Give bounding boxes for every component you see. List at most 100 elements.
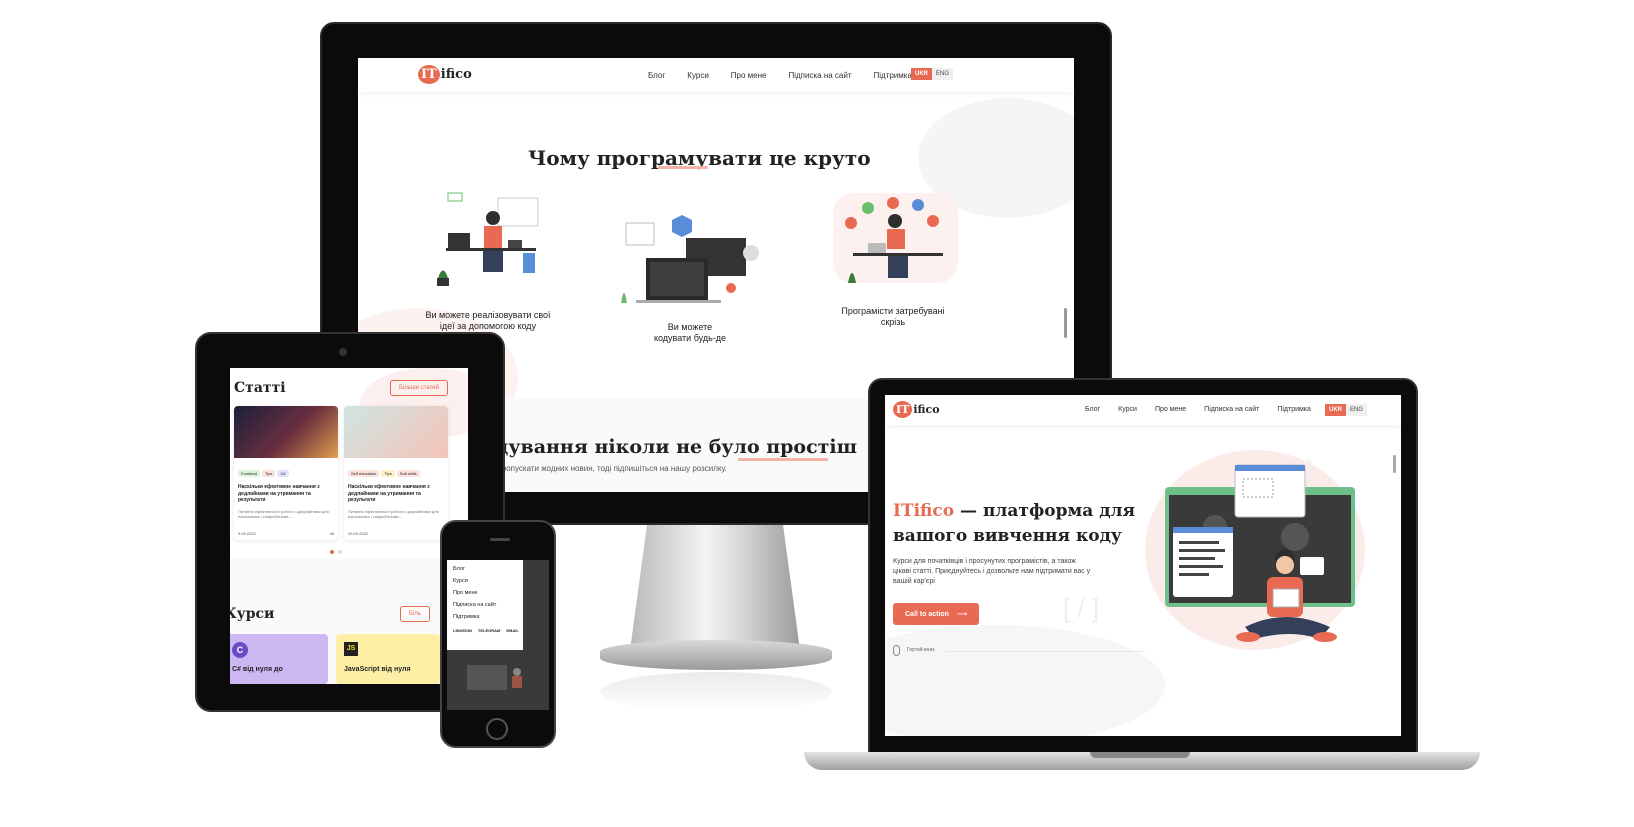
monitor-stand-neck [630,525,800,650]
nav-support[interactable]: Підтримка [1277,406,1311,413]
stand-reflection [600,672,832,712]
hero-title: ITifico — платформа для вашого вивчення … [893,499,1135,548]
logo-mark: IT [418,65,440,84]
linkedin-link[interactable]: LINKEDIN [453,627,472,636]
tag[interactable]: Tips [262,470,276,477]
course-card[interactable]: JS JavaScript від нуля [336,634,440,684]
nav-courses[interactable]: Курси [687,71,709,80]
code-anywhere-illustration [621,215,759,303]
nav-support[interactable]: Підтримка [874,71,912,80]
call-to-action-button[interactable]: Call to action ⟶ [893,603,979,625]
phone-hero-illustration [467,665,522,690]
javascript-icon: JS [344,642,358,656]
desktop-header: IT ifico Блог Курси Про мене Підписка на … [358,58,1074,92]
lang-ukr-button[interactable]: UKR [1325,404,1346,416]
tag[interactable]: Soft skills [396,470,420,477]
monitor-stand-base [600,640,832,670]
nav-blog[interactable]: Блог [648,71,665,80]
logo-text: ifico [913,403,940,416]
more-articles-button[interactable]: Більше статей [390,380,448,396]
more-courses-button[interactable]: Біль [400,606,430,622]
hero-title-brand: ITifico [893,501,955,521]
social-links: LINKEDIN TELEGRAM EMAIL [453,627,519,636]
title-underline [658,166,708,169]
banner-underline [738,458,828,461]
phone-speaker [490,538,510,541]
feature-3-line-1: Програмісти затребувані [841,306,945,316]
subscribe-banner-title: одування ніколи не було простіш [483,436,858,458]
tag[interactable]: C# [277,470,289,477]
phone-home-button[interactable] [486,718,508,740]
laptop-notch [1090,752,1190,758]
menu-item-subscribe[interactable]: Підписка на сайт [453,599,517,611]
article-title: Наскільки ефективне навчання з дедлайнам… [348,484,430,503]
scrollbar-thumb[interactable] [1393,455,1396,473]
lang-ukr-button[interactable]: UKR [911,68,932,80]
brand-logo[interactable]: IT ifico [418,65,472,84]
tablet-camera [339,348,347,356]
lang-eng-button[interactable]: ENG [1346,404,1368,416]
feature-caption-2: Ви можете кодувати будь-де [630,322,750,345]
arrow-right-icon: ⟶ [956,611,967,618]
carousel-dot-active[interactable] [330,550,334,554]
course-card[interactable]: C C# від нуля до [230,634,328,684]
phone-menu: Блог Курси Про мене Підписка на сайт Під… [447,560,523,650]
logo-mark: IT [893,401,913,418]
laptop-screen: IT ifico Блог Курси Про мене Підписка на … [885,395,1401,736]
nav-subscribe[interactable]: Підписка на сайт [788,71,851,80]
article-title: Наскільки ефективне навчання з дедлайнам… [238,484,320,503]
laptop-nav: Блог Курси Про мене Підписка на сайт Під… [1085,406,1311,413]
course-title: C# від нуля до [232,666,283,673]
nav-about[interactable]: Про мене [1155,406,1186,413]
code-bracket-decor: [ / ] [1063,593,1100,623]
logo-text: ifico [440,67,472,82]
article-card[interactable]: Frontend Tips C# Наскільки ефективне навча… [234,406,338,540]
nav-about[interactable]: Про мене [731,71,767,80]
telegram-link[interactable]: TELEGRAM [478,627,500,636]
menu-item-blog[interactable]: Блог [453,563,517,575]
article-image [344,406,448,458]
feature-2-line-1: Ви можете [667,322,713,332]
hero-title-line-1: — платформа для [954,501,1136,521]
subscribe-banner-subtitle: ете пропускати жодних новин, тоді підпиш… [483,464,727,473]
tag[interactable]: Self education [348,470,380,477]
feature-1-line-1: Ви можете реалізовувати свої [425,310,551,320]
menu-item-support[interactable]: Підтримка [453,611,517,623]
carousel-dot[interactable] [338,550,342,554]
hero-title-line-2: вашого вивчення коду [893,525,1122,546]
decor-blob [885,625,1165,736]
nav-subscribe[interactable]: Підписка на сайт [1204,406,1259,413]
coder-at-desk-illustration [437,192,539,286]
article-excerpt: Питання ефективності роботи з дедлайнами… [238,508,329,519]
articles-title: Статті [234,380,286,396]
csharp-icon: C [232,642,248,658]
menu-item-about[interactable]: Про мене [453,587,517,599]
email-link[interactable]: EMAIL [506,627,518,636]
feature-3-line-2: скрізь [880,317,906,328]
lang-eng-button[interactable]: ENG [932,68,954,80]
article-card[interactable]: Self education Tips Soft skills Наскільки … [344,406,448,540]
feature-caption-1: Ви можете реалізовувати свої ідеї за доп… [413,310,563,333]
tag[interactable]: Frontend [238,470,261,477]
brand-logo[interactable]: IT ifico [893,401,940,418]
tag[interactable]: Tips [381,470,395,477]
developer-with-laptop-illustration: { } [1165,457,1355,642]
mouse-scroll-icon [893,645,900,656]
feature-2-line-2: кодувати будь-де [653,333,727,344]
desktop-nav: Блог Курси Про мене Підписка на сайт Під… [648,71,912,80]
language-switch: UKR ENG [911,68,954,80]
hero-description: Курси для початківців і просунутих прогр… [893,558,1091,586]
scroll-hint: Гортай вниз [907,647,935,653]
feature-caption-3: Програмісти затребувані скрізь [828,306,958,329]
language-switch: UKR ENG [1325,404,1368,416]
article-date: 29.09.2022 [348,530,369,536]
nav-courses[interactable]: Курси [1118,406,1137,413]
cta-label: Call to action [905,610,949,618]
course-title: JavaScript від нуля [344,666,411,673]
article-image [234,406,338,458]
scrollbar-thumb[interactable] [1064,308,1067,338]
article-views: 48 [329,530,334,536]
nav-blog[interactable]: Блог [1085,406,1100,413]
article-date: 9.09.2022 [238,530,256,536]
menu-item-courses[interactable]: Курси [453,575,517,587]
